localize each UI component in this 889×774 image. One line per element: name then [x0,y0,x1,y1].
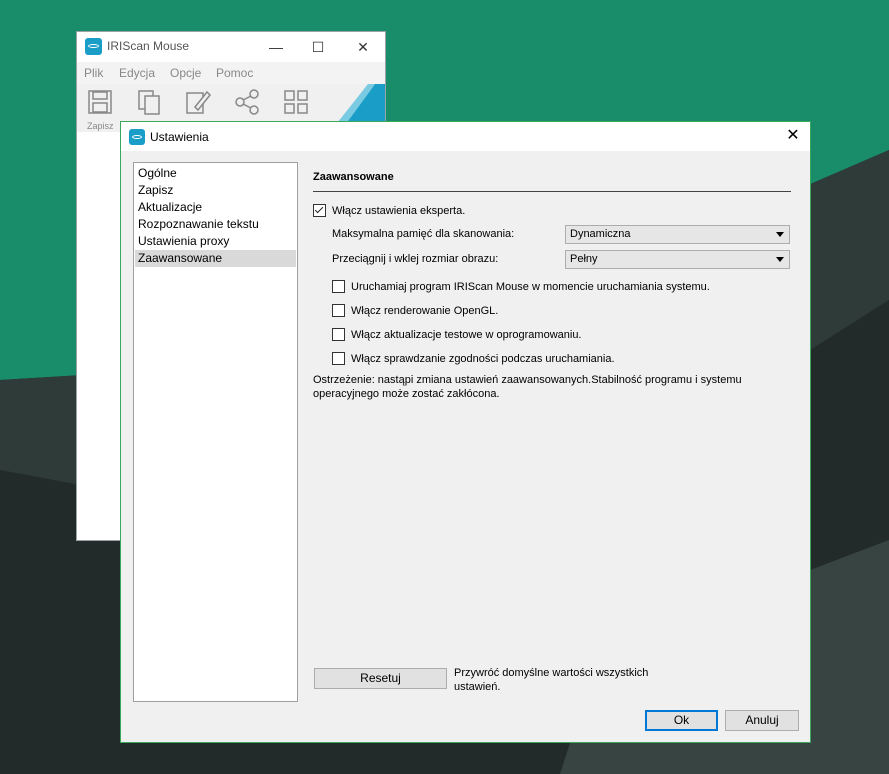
checkbox-checked-icon[interactable] [313,204,326,217]
autostart-label: Uruchamiaj program IRIScan Mouse w momen… [351,281,710,293]
chevron-down-icon [776,257,784,262]
app-titlebar: IRIScan Mouse — ☐ ✕ [77,32,385,62]
compatibility-checkbox[interactable]: Włącz sprawdzanie zgodności podczas uruc… [332,352,615,365]
test-updates-label: Włącz aktualizacje testowe w oprogramowa… [351,329,582,341]
max-memory-value: Dynamiczna [570,228,631,240]
chevron-down-icon [776,232,784,237]
opengl-label: Włącz renderowanie OpenGL. [351,305,499,317]
cancel-button[interactable]: Anuluj [725,710,799,731]
nav-item-updates[interactable]: Aktualizacje [135,199,296,216]
autostart-checkbox[interactable]: Uruchamiaj program IRIScan Mouse w momen… [332,280,710,293]
section-title: Zaawansowane [313,171,394,183]
iriscan-logo-icon [85,38,102,55]
warning-text: Ostrzeżenie: nastąpi zmiana ustawień zaa… [313,374,742,400]
test-updates-checkbox[interactable]: Włącz aktualizacje testowe w oprogramowa… [332,328,582,341]
dialog-title: Ustawienia [150,130,209,144]
nav-item-advanced[interactable]: Zaawansowane [135,250,296,267]
edit-icon[interactable] [185,89,211,115]
drag-size-select[interactable]: Pełny [565,250,790,269]
nav-item-save[interactable]: Zapisz [135,182,296,199]
menu-pomoc[interactable]: Pomoc [216,66,253,80]
dialog-close-button[interactable]: ✕ [782,125,804,147]
nav-item-ocr[interactable]: Rozpoznawanie tekstu [135,216,296,233]
minimize-button[interactable]: — [261,36,291,58]
nav-item-general[interactable]: Ogólne [135,165,296,182]
menu-opcje[interactable]: Opcje [170,66,201,80]
save-icon[interactable] [87,89,113,115]
nav-item-proxy[interactable]: Ustawienia proxy [135,233,296,250]
iriscan-logo-icon [129,129,145,145]
checkbox-icon[interactable] [332,352,345,365]
share-icon[interactable] [234,89,260,115]
reset-button[interactable]: Resetuj [314,668,447,689]
max-memory-select[interactable]: Dynamiczna [565,225,790,244]
max-memory-label: Maksymalna pamięć dla skanowania: [332,228,515,240]
menu-plik[interactable]: Plik [84,66,103,80]
settings-dialog: Ustawienia ✕ Ogólne Zapisz Aktualizacje … [120,121,811,743]
dialog-titlebar: Ustawienia ✕ [121,122,810,151]
settings-nav-list: Ogólne Zapisz Aktualizacje Rozpoznawanie… [133,162,298,702]
compatibility-label: Włącz sprawdzanie zgodności podczas uruc… [351,353,615,365]
checkbox-icon[interactable] [332,304,345,317]
drag-size-value: Pełny [570,253,598,265]
toolbar-save-label: Zapisz [87,121,114,131]
expert-settings-label: Włącz ustawienia eksperta. [332,205,466,217]
close-button[interactable]: ✕ [348,36,378,58]
app-title: IRIScan Mouse [107,39,190,53]
grid-icon[interactable] [283,89,309,115]
maximize-button[interactable]: ☐ [303,36,333,58]
section-divider [313,191,791,192]
ok-button[interactable]: Ok [645,710,718,731]
drag-size-label: Przeciągnij i wklej rozmiar obrazu: [332,253,499,265]
checkbox-icon[interactable] [332,328,345,341]
reset-description: Przywróć domyślne wartości wszystkich us… [454,667,649,693]
copy-icon[interactable] [136,89,162,115]
checkbox-icon[interactable] [332,280,345,293]
expert-settings-checkbox[interactable]: Włącz ustawienia eksperta. [313,204,465,217]
menu-edycja[interactable]: Edycja [119,66,155,80]
opengl-checkbox[interactable]: Włącz renderowanie OpenGL. [332,304,498,317]
app-menubar: Plik Edycja Opcje Pomoc [77,62,385,84]
